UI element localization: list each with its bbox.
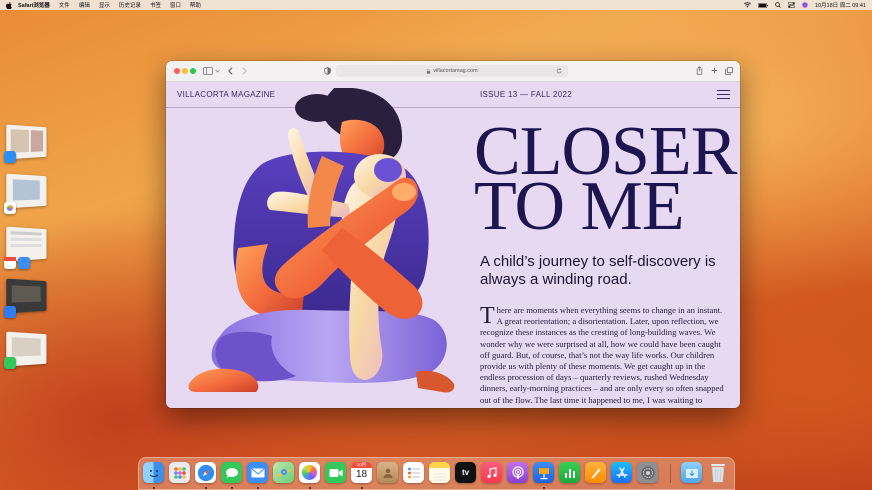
spotlight-search-icon[interactable]: [775, 2, 781, 8]
tab-overview-icon[interactable]: [725, 67, 733, 75]
keynote-running-indicator: [543, 487, 545, 489]
keynote-icon[interactable]: [533, 462, 554, 483]
safari-app-badge-icon: [4, 151, 16, 163]
tab-groups-chevron-icon[interactable]: [215, 69, 220, 73]
mail-running-indicator: [257, 487, 259, 489]
numbers-icon[interactable]: [559, 462, 580, 483]
control-center-icon[interactable]: [787, 2, 795, 8]
maps-icon[interactable]: [273, 462, 294, 483]
podcasts-icon[interactable]: [507, 462, 528, 483]
safari-running-indicator: [205, 487, 207, 489]
drop-cap: T: [480, 305, 495, 329]
mother-and-child-illustration: [188, 88, 455, 393]
article-body-text: here are moments when everything seems t…: [480, 305, 724, 405]
reload-icon[interactable]: [556, 68, 562, 74]
messages-running-indicator: [231, 487, 233, 489]
siri-icon[interactable]: [802, 2, 808, 8]
keynote-app-badge-icon: [4, 306, 16, 318]
safari-icon[interactable]: [195, 462, 216, 483]
stage-manager-group-1[interactable]: [4, 124, 54, 166]
menu-history[interactable]: 历史记录: [119, 1, 141, 9]
trash-icon[interactable]: [707, 462, 728, 483]
share-icon[interactable]: [696, 66, 703, 75]
menu-bookmarks[interactable]: 书签: [150, 1, 161, 9]
new-tab-icon[interactable]: [711, 67, 718, 74]
safari-window: villacortamag.com VILLACORTA MAGAZINE IS…: [166, 61, 740, 408]
music-icon[interactable]: [481, 462, 502, 483]
privacy-shield-icon[interactable]: [324, 67, 331, 75]
stage-manager-group-3[interactable]: [4, 226, 54, 269]
calendar-running-indicator: [361, 487, 363, 489]
wifi-icon[interactable]: [743, 2, 751, 8]
calendar-app-badge-icon: [4, 257, 16, 269]
fullscreen-window-button[interactable]: [190, 68, 196, 74]
safari-toolbar: villacortamag.com: [166, 61, 740, 82]
mail-app-badge-icon: [18, 257, 30, 269]
menu-bar: Safari浏览器 文件 编辑 显示 历史记录 书签 窗口 帮助 10月18日 …: [0, 0, 872, 10]
menu-app-name[interactable]: Safari浏览器: [18, 1, 50, 9]
close-window-button[interactable]: [174, 68, 180, 74]
calendar-day-label: 18: [355, 469, 368, 480]
pages-icon[interactable]: [585, 462, 606, 483]
finder-icon[interactable]: [143, 462, 164, 483]
sidebar-toggle-icon[interactable]: [203, 67, 213, 75]
minimize-window-button[interactable]: [182, 68, 188, 74]
mail-icon[interactable]: [247, 462, 268, 483]
facetime-icon[interactable]: [325, 462, 346, 483]
finder-running-indicator: [153, 487, 155, 489]
notes-icon[interactable]: [429, 462, 450, 483]
menu-view[interactable]: 显示: [99, 1, 110, 9]
dock: 10月 18 tv: [138, 457, 735, 490]
address-bar[interactable]: villacortamag.com: [336, 65, 568, 77]
apple-tv-label: tv: [461, 468, 470, 477]
menu-edit[interactable]: 编辑: [79, 1, 90, 9]
article-subhead: A child’s journey to self-discovery is a…: [480, 253, 716, 288]
url-text: villacortamag.com: [433, 68, 478, 74]
article-body: There are moments when everything seems …: [480, 305, 728, 408]
reminders-icon[interactable]: [403, 462, 424, 483]
lock-icon: [427, 68, 431, 74]
back-icon[interactable]: [228, 67, 233, 75]
calendar-icon[interactable]: 10月 18: [351, 462, 372, 483]
messages-icon[interactable]: [221, 462, 242, 483]
menu-window[interactable]: 窗口: [170, 1, 181, 9]
article-headline: CLOSER TO ME: [474, 113, 737, 245]
web-page: VILLACORTA MAGAZINE ISSUE 13 — FALL 2022: [166, 82, 740, 408]
apple-menu-icon[interactable]: [6, 1, 12, 9]
battery-icon[interactable]: [757, 2, 768, 8]
app-store-icon[interactable]: [611, 462, 632, 483]
menu-file[interactable]: 文件: [59, 1, 70, 9]
system-settings-icon[interactable]: [637, 462, 658, 483]
menu-help[interactable]: 帮助: [190, 1, 201, 9]
photos-icon[interactable]: [299, 462, 320, 483]
hamburger-menu-icon[interactable]: [717, 90, 730, 100]
forward-icon[interactable]: [242, 67, 247, 75]
issue-label: ISSUE 13 — FALL 2022: [480, 90, 572, 99]
contacts-icon[interactable]: [377, 462, 398, 483]
downloads-folder-icon[interactable]: [681, 462, 702, 483]
photos-running-indicator: [309, 487, 311, 489]
stage-manager-group-2[interactable]: [4, 173, 54, 215]
photos-app-badge-icon: [4, 202, 16, 214]
menubar-clock[interactable]: 10月18日 周二 09:41: [815, 1, 866, 9]
messages-app-badge-icon: [4, 357, 16, 369]
launchpad-icon[interactable]: [169, 462, 190, 483]
apple-tv-icon[interactable]: tv: [455, 462, 476, 483]
dock-separator: [670, 464, 671, 483]
stage-manager-group-5[interactable]: [4, 331, 54, 373]
stage-manager-group-4[interactable]: [4, 278, 54, 320]
